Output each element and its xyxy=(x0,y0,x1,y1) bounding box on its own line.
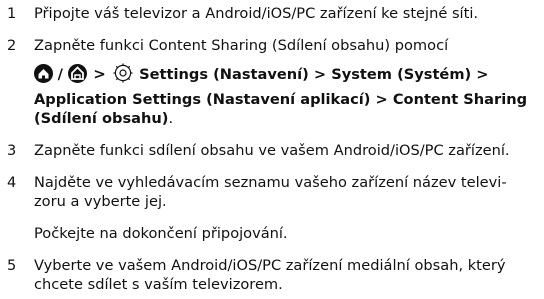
step-5-text-line-2: chcete sdílet s vaším televizorem. xyxy=(34,276,283,293)
step-1-number: 1 xyxy=(7,5,17,22)
step-4-text-line-1: Najděte ve vyhledávacím seznamu vašeho z… xyxy=(34,174,507,191)
menu-period: . xyxy=(168,110,174,127)
step-4-number: 4 xyxy=(7,174,17,191)
home-icon xyxy=(67,64,87,83)
step-5-text-line-1: Vyberte ve vašem Android/iOS/PC zařízení… xyxy=(34,257,506,274)
menu-path-line-1: / > Settings (Nastavení) > System (Systé… xyxy=(34,62,489,87)
menu-sep-2: > xyxy=(471,66,489,83)
gear-icon xyxy=(112,62,134,84)
step-3-number: 3 xyxy=(7,142,17,159)
menu-application-settings: Application Settings (Nastavení aplikací… xyxy=(34,91,371,108)
menu-sep-3: > xyxy=(370,91,393,108)
step-2-text: Zapněte funkci Content Sharing (Sdílení … xyxy=(34,37,449,54)
menu-path-line-3: (Sdílení obsahu). xyxy=(34,110,173,128)
menu-path-line-2: Application Settings (Nastavení aplikací… xyxy=(34,91,527,109)
menu-content-sharing: Content Sharing xyxy=(392,91,528,108)
step-4-text-line-2: zoru a vyberte jej. xyxy=(34,193,167,210)
menu-path-slash: / xyxy=(57,66,63,83)
menu-settings: Settings (Nastavení) xyxy=(139,66,309,83)
step-1-text: Připojte váš televizor a Android/iOS/PC … xyxy=(34,5,479,22)
menu-path-gt: > xyxy=(93,65,106,83)
step-3-text: Zapněte funkci sdílení obsahu ve vašem A… xyxy=(34,142,510,159)
instruction-page: 1 Připojte váš televizor a Android/iOS/P… xyxy=(0,0,544,299)
home-icon xyxy=(34,64,53,83)
step-2-number: 2 xyxy=(7,37,17,54)
menu-sdileni-obsahu: (Sdílení obsahu) xyxy=(34,110,169,127)
menu-sep-1: > xyxy=(308,66,332,83)
step-4-note: Počkejte na dokončení připojování. xyxy=(34,225,288,242)
menu-system: System (Systém) xyxy=(331,66,472,83)
step-5-number: 5 xyxy=(7,257,17,274)
